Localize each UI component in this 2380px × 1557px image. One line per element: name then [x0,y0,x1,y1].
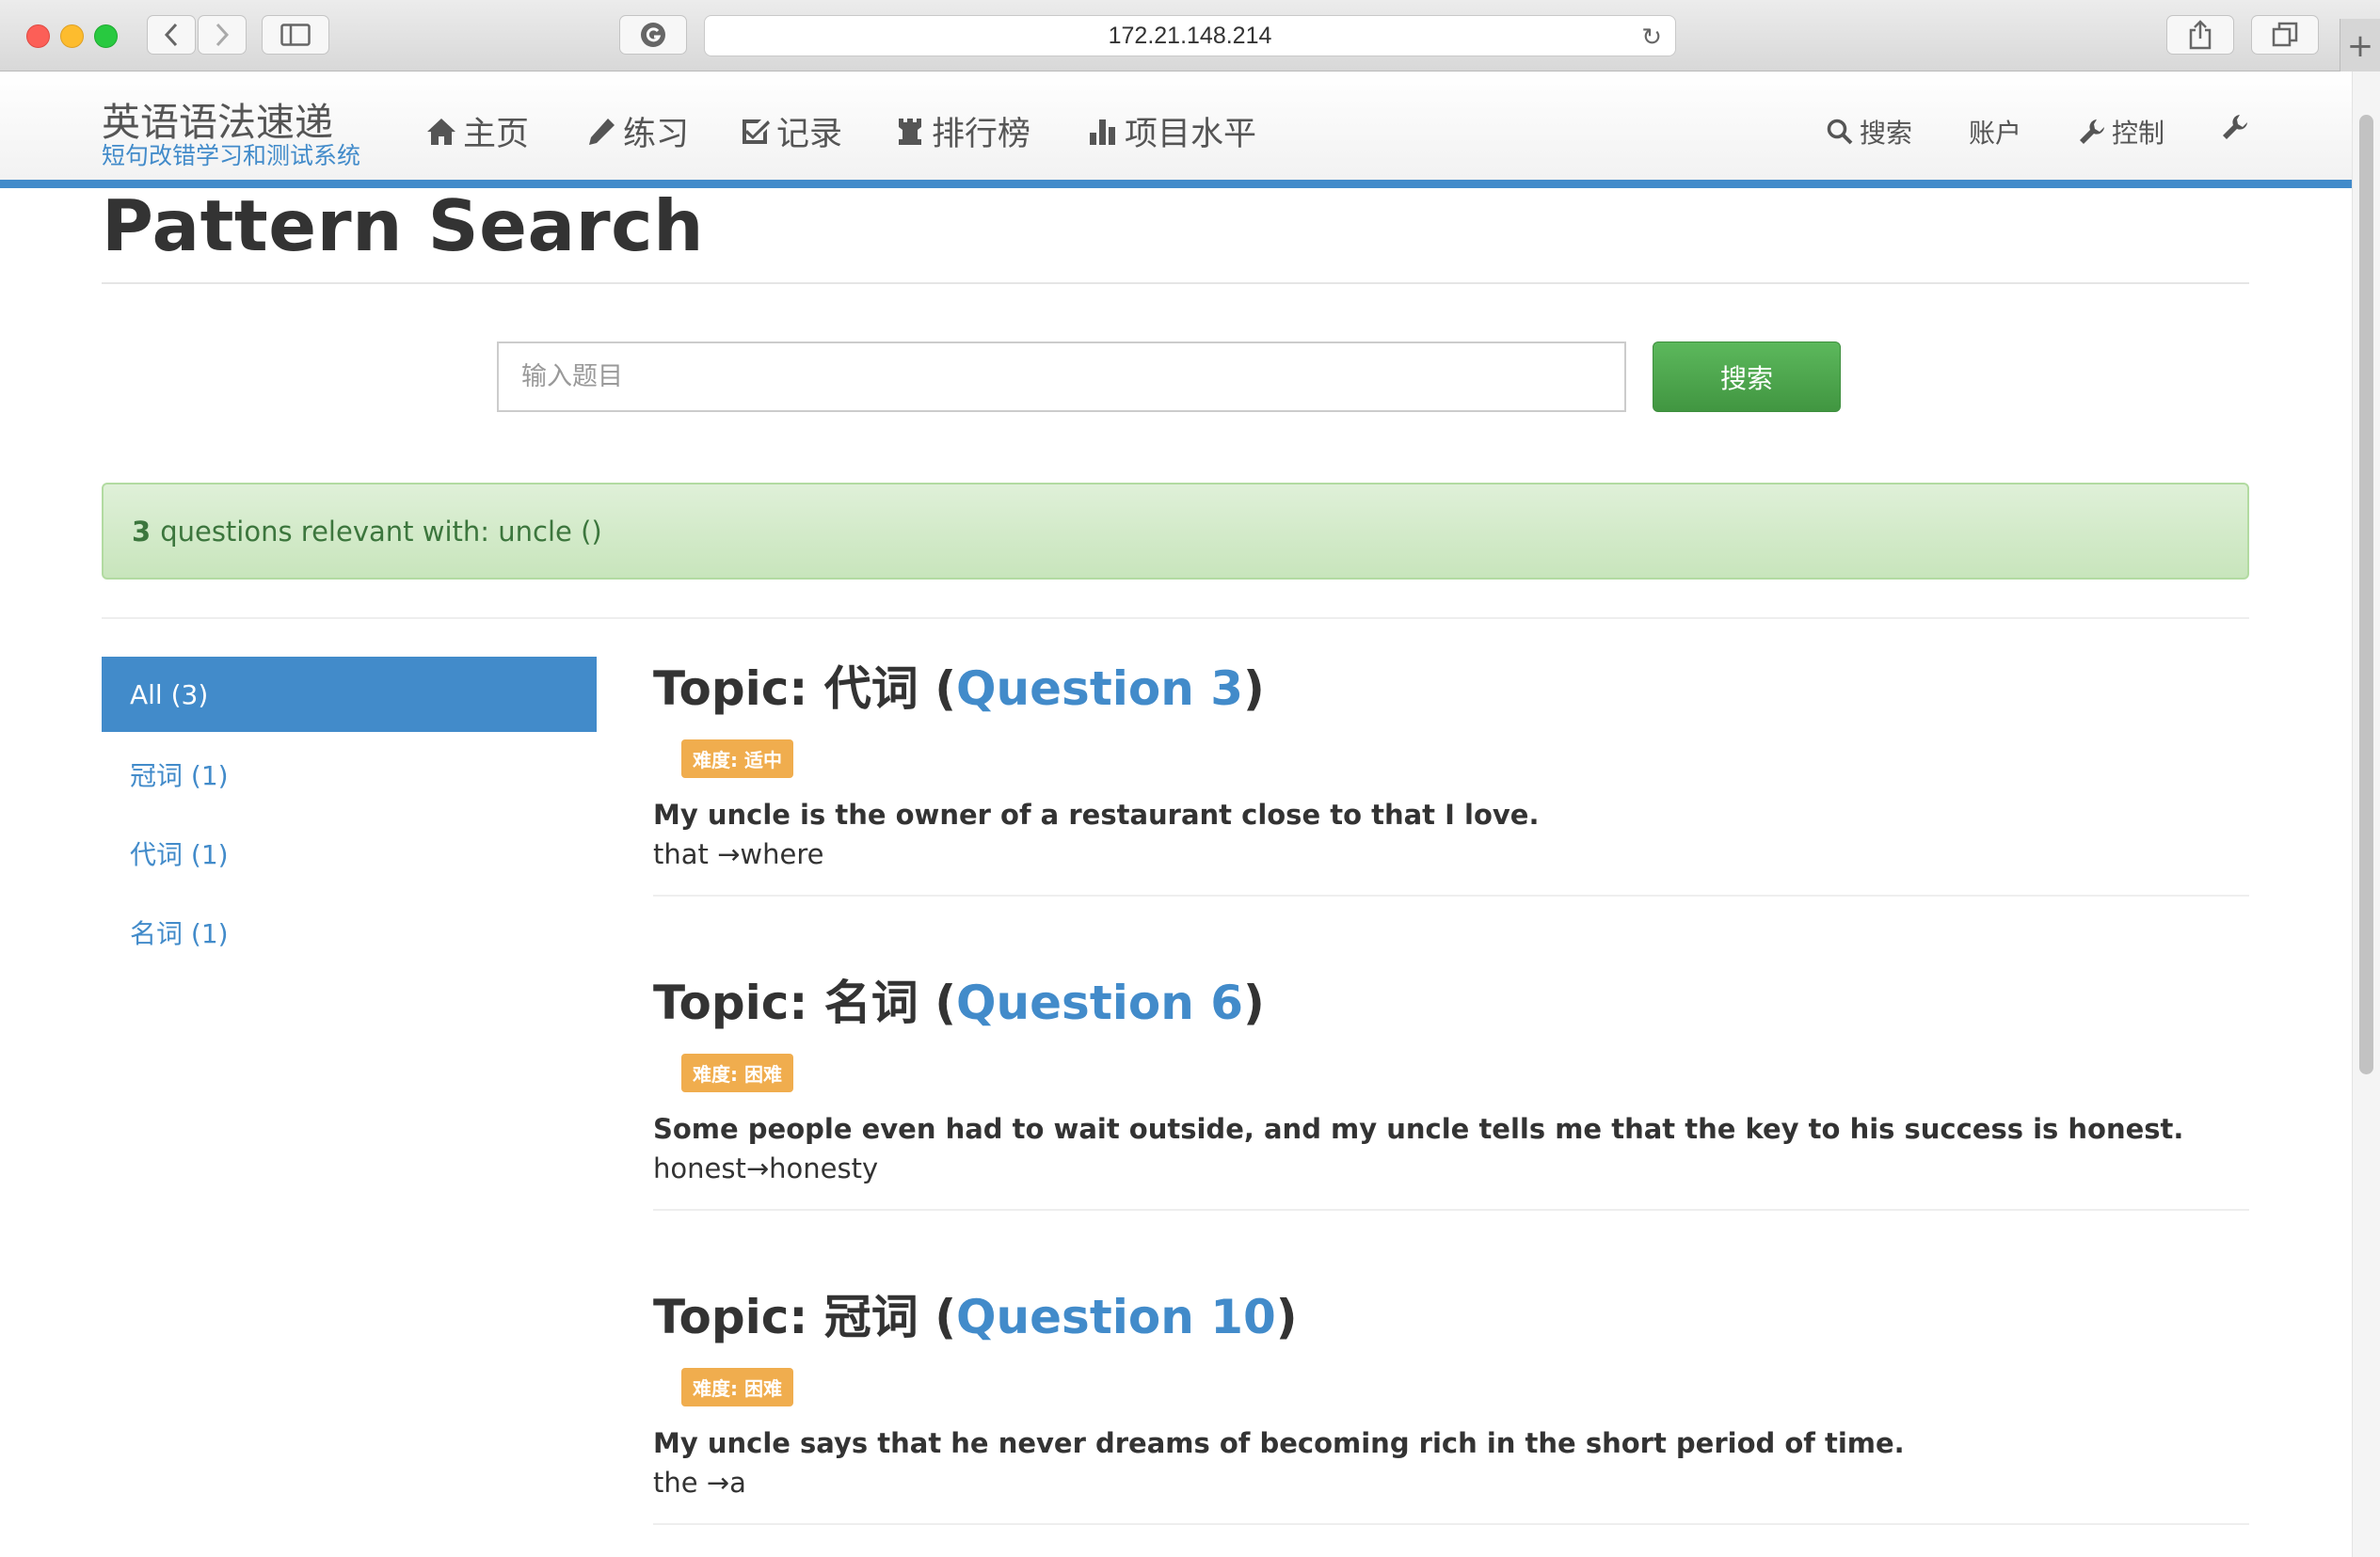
browser-toolbar: 172.21.148.214 ↻ + [0,0,2380,73]
result-topic: Topic: 名词 (Question 6) [653,965,2249,1033]
divider [653,1523,2249,1525]
nav-label: 控制 [2112,118,2165,149]
alert-text: questions relevant with: uncle () [160,515,602,548]
search-button[interactable]: 搜索 [1653,342,1841,412]
divider [653,1209,2249,1211]
sidebar-item-noun[interactable]: 名词 (1) [130,914,229,951]
share-button[interactable] [2166,15,2234,55]
result-count: 3 [132,515,152,548]
plus-icon: + [2346,27,2374,65]
reload-icon[interactable]: ↻ [1641,23,1662,52]
difficulty-badge: 难度: 适中 [681,739,793,778]
sidebar-toggle-button[interactable] [262,15,329,55]
topic-suffix: ) [1243,976,1265,1030]
topic-suffix: ) [1275,1290,1298,1344]
nav-label: 主页 [463,116,530,153]
question-link[interactable]: Question 6 [956,976,1243,1030]
share-icon [2189,20,2212,50]
sidebar-item-all[interactable]: All (3) [102,657,597,732]
nav-item-records[interactable]: 记录 [739,107,842,155]
nav-item-home[interactable]: 主页 [425,107,529,155]
window-close-button[interactable] [26,24,50,48]
sidebar-item-article[interactable]: 冠词 (1) [130,755,229,793]
forward-button[interactable] [198,15,247,55]
chevron-right-icon [216,23,230,47]
nav-item-leaderboard[interactable]: 排行榜 [894,107,1030,155]
wrench-icon [2080,119,2104,144]
question-sentence: My uncle is the owner of a restaurant cl… [653,799,1540,831]
nav-label: 搜索 [1860,118,1913,149]
sidebar-icon [280,24,311,46]
divider [653,895,2249,897]
question-link[interactable]: Question 3 [956,661,1243,716]
window-maximize-button[interactable] [94,24,118,48]
topic-label: Topic: 名词 ( [653,976,957,1030]
result-item: Topic: 代词 (Question 3) 难度: 适中 My uncle i… [653,651,2249,870]
results-alert: 3 questions relevant with: uncle () [102,483,2249,580]
result-topic: Topic: 冠词 (Question 10) [653,1279,2249,1347]
difficulty-badge: 难度: 困难 [681,1054,793,1092]
chevron-left-icon [164,23,178,47]
question-sentence: My uncle says that he never dreams of be… [653,1427,1905,1459]
nav-label: 项目水平 [1125,116,1257,153]
question-sentence: Some people even had to wait outside, an… [653,1113,2184,1145]
bar-chart-icon [1090,119,1115,145]
nav-item-search[interactable]: 搜索 [1826,113,1912,151]
extension-button[interactable] [619,15,687,55]
nav-label: 记录 [776,116,843,153]
grammarly-icon [641,23,665,47]
search-input[interactable] [497,342,1626,412]
nav-item-practice[interactable]: 练习 [585,107,689,155]
result-topic: Topic: 代词 (Question 3) [653,651,2249,719]
nav-item-account[interactable]: 账户 [1969,113,2021,151]
tabs-overview-button[interactable] [2251,15,2319,55]
address-bar[interactable]: 172.21.148.214 ↻ [704,15,1676,56]
divider [102,282,2249,284]
result-item: Topic: 冠词 (Question 10) 难度: 困难 My uncle … [653,1279,2249,1499]
new-tab-button[interactable]: + [2340,19,2380,73]
nav-label: 排行榜 [932,116,1031,153]
topic-label: Topic: 冠词 ( [653,1290,957,1344]
nav-label: 账户 [1969,118,2022,149]
topic-label: Topic: 代词 ( [653,661,957,716]
url-text: 172.21.148.214 [1108,22,1272,49]
nav-item-control[interactable]: 控制 [2078,113,2164,151]
nav-label: 练习 [623,116,690,153]
search-icon [1827,119,1853,145]
tower-icon [899,118,921,145]
wrench-icon [2223,115,2247,139]
topic-suffix: ) [1243,661,1265,716]
result-item: Topic: 名词 (Question 6) 难度: 困难 Some peopl… [653,965,2249,1184]
sidebar-item-pronoun[interactable]: 代词 (1) [130,834,229,872]
brand-subtitle[interactable]: 短句改错学习和测试系统 [102,137,360,171]
question-correction: that →where [653,838,824,870]
nav-item-level[interactable]: 项目水平 [1087,107,1256,155]
back-button[interactable] [147,15,196,55]
check-square-icon [743,119,770,144]
tabs-icon [2272,22,2298,47]
site-navbar: 英语语法速递 短句改错学习和测试系统 主页 练习 记录 排行榜 项目水平 搜索 … [0,71,2353,188]
page-scrollbar-thumb[interactable] [2359,115,2373,1074]
window-minimize-button[interactable] [60,24,84,48]
nav-item-settings[interactable] [2221,113,2249,141]
home-icon [427,118,455,145]
question-link[interactable]: Question 10 [956,1290,1276,1344]
difficulty-badge: 难度: 困难 [681,1368,793,1406]
page-title: Pattern Search [102,184,704,267]
question-correction: honest→honesty [653,1152,879,1184]
pencil-icon [589,118,615,145]
divider [102,617,2249,619]
question-correction: the →a [653,1467,746,1499]
